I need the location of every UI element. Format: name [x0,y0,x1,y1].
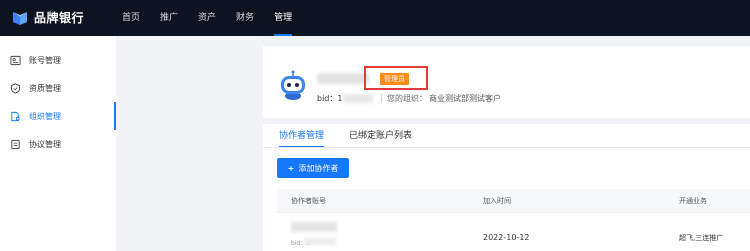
role-badge: 管理员 [380,73,409,85]
collaborator-account-redacted [291,222,337,232]
plus-icon: + [287,163,295,173]
secondary-column [116,36,263,251]
sidebar-item-account[interactable]: 账号管理 [0,46,116,74]
brand-logo-icon [13,11,27,25]
bid-label: bid：1 [317,94,343,103]
collaborator-panel: 协作者管理 已绑定账户列表 + 添加协作者 协作者账号 加入时间 开通业务 bi… [263,124,750,251]
nav-item-management[interactable]: 管理 [274,0,293,36]
top-navigation-bar: 品牌银行 首页 推广 资产 财务 管理 [0,0,750,36]
column-header-account: 协作者账号 [291,197,326,205]
sidebar-item-label: 资质管理 [29,83,61,93]
organization-label: 您的组织： [387,94,427,103]
main-nav: 首页 推广 资产 财务 管理 [122,0,312,36]
shield-icon [10,82,21,94]
divider [381,94,382,103]
tab-divider [263,147,750,148]
row-bid-redacted [304,238,336,245]
tab-bound-accounts[interactable]: 已绑定账户列表 [349,124,412,148]
sidebar-item-label: 组织管理 [29,111,61,121]
user-name-redacted [317,73,369,84]
sidebar-item-agreement[interactable]: 协议管理 [0,130,116,158]
brand[interactable]: 品牌银行 [12,9,84,26]
table-header: 协作者账号 加入时间 开通业务 [277,189,750,213]
sidebar-item-label: 协议管理 [29,139,61,149]
main-content: 管理员 bid：1 您的组织： 商业测试部测试客户 协作者管理 已绑定账户列表 … [263,36,750,251]
nav-item-finance[interactable]: 财务 [236,0,254,36]
brand-name: 品牌银行 [34,11,85,25]
organization-icon [11,111,20,121]
robot-avatar-icon [281,70,305,100]
bid-value-redacted [343,94,373,103]
sidebar-item-organization[interactable]: 组织管理 [0,102,116,130]
nav-item-home[interactable]: 首页 [122,0,140,36]
tab-collaborators[interactable]: 协作者管理 [279,124,325,148]
add-collaborator-button[interactable]: + 添加协作者 [277,158,349,178]
column-header-business: 开通业务 [679,197,707,205]
sidebar-item-label: 账号管理 [29,55,61,65]
profile-card: 管理员 bid：1 您的组织： 商业测试部测试客户 [263,46,750,118]
account-card-icon [10,55,21,65]
sidebar: 账号管理 资质管理 组织管理 协议管理 [0,36,116,251]
table-row[interactable]: bid：1 2022-10-12 超飞,三连推广 [277,213,750,251]
nav-item-assets[interactable]: 资产 [198,0,216,36]
add-collaborator-label: 添加协作者 [298,163,339,173]
sidebar-item-qualification[interactable]: 资质管理 [0,74,116,102]
row-join-date: 2022-10-12 [483,233,530,242]
row-business: 超飞,三连推广 [679,234,724,242]
organization-value: 商业测试部测试客户 [429,94,501,103]
nav-item-promotion[interactable]: 推广 [160,0,178,36]
column-header-join-time: 加入时间 [483,197,511,205]
document-icon [11,139,20,149]
